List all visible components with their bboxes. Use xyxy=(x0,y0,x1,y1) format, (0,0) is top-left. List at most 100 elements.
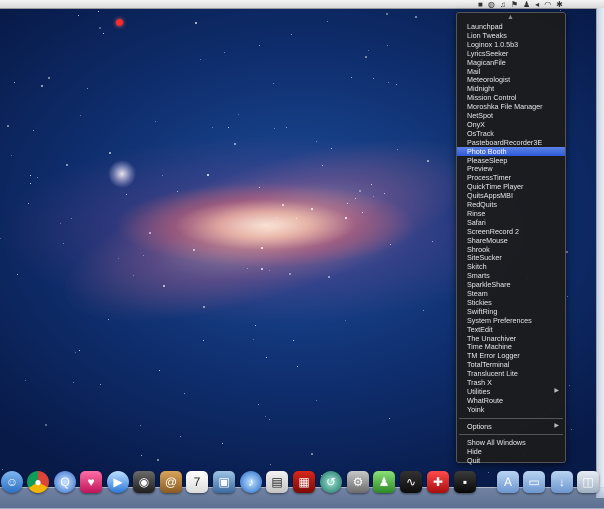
menu-item[interactable]: MagicanFile xyxy=(457,58,565,67)
camera-icon[interactable]: ◉ xyxy=(133,471,155,493)
menu-item-label: SwiftRing xyxy=(467,306,498,316)
menu-item[interactable]: Trash X xyxy=(457,378,565,387)
itunes-icon[interactable]: ♪ xyxy=(240,471,262,493)
menu-item[interactable]: Photo Booth xyxy=(457,146,565,156)
volume-icon[interactable]: ◂ xyxy=(535,0,539,9)
star xyxy=(261,268,263,270)
quicktime-icon[interactable]: Q xyxy=(54,471,76,493)
star xyxy=(351,77,352,78)
menu-item[interactable]: Loginox 1.0.5b3 xyxy=(457,40,565,49)
menu-item[interactable]: SparkleShare xyxy=(457,280,565,289)
downloads-icon[interactable]: ↓ xyxy=(551,471,573,493)
menu-item-label: MagicanFile xyxy=(467,57,506,67)
star xyxy=(177,191,178,192)
heart-app-icon[interactable]: ♥ xyxy=(80,471,102,493)
wifi-icon[interactable]: ◠ xyxy=(544,0,551,9)
menu-item[interactable]: Mission Control xyxy=(457,93,565,102)
robot-app-icon[interactable]: ♟ xyxy=(373,471,395,493)
menu-item[interactable]: Mail xyxy=(457,67,565,76)
menu-item[interactable]: TM Error Logger xyxy=(457,351,565,360)
menu-item[interactable]: Midnight xyxy=(457,84,565,93)
finder-icon[interactable]: ☺ xyxy=(1,471,23,493)
menu-item-hide[interactable]: Hide xyxy=(457,447,565,456)
facetime-icon[interactable]: ▶ xyxy=(107,471,129,493)
menu-item[interactable]: Skitch xyxy=(457,262,565,271)
menu-item[interactable]: Lion Tweaks xyxy=(457,31,565,40)
menu-item[interactable]: OsTrack xyxy=(457,129,565,138)
menu-item[interactable]: SwiftRing xyxy=(457,307,565,316)
star xyxy=(60,223,61,224)
star xyxy=(296,218,297,219)
menu-item[interactable]: TotalTerminal xyxy=(457,360,565,369)
menu-item[interactable]: Shrook xyxy=(457,245,565,254)
menu-item[interactable]: Safari xyxy=(457,218,565,227)
menu-item[interactable]: Translucent Lite xyxy=(457,369,565,378)
address-book-icon[interactable]: @ xyxy=(160,471,182,493)
menu-item[interactable]: Utilities ▶ xyxy=(457,387,565,396)
activity-monitor-icon[interactable]: ∿ xyxy=(400,471,422,493)
black-app-icon[interactable]: ▪ xyxy=(454,471,476,493)
scroll-up-arrow-icon[interactable]: ▲ xyxy=(507,14,514,22)
system-preferences-glyph-icon: ⚙ xyxy=(352,475,364,489)
folder-icon[interactable]: A xyxy=(497,471,519,493)
menu-item[interactable]: Rinse xyxy=(457,209,565,218)
menu-item[interactable]: Time Machine xyxy=(457,342,565,351)
menu-item-label: Show All Windows xyxy=(467,437,526,447)
menu-item[interactable]: Preview xyxy=(457,164,565,173)
preview-icon[interactable]: ▤ xyxy=(266,471,288,493)
time-machine-icon[interactable]: ↺ xyxy=(320,471,342,493)
photo-booth-icon[interactable]: ▦ xyxy=(293,471,315,493)
chrome-icon[interactable]: ● xyxy=(27,471,49,493)
star xyxy=(2,469,3,470)
menu-item[interactable]: QuickTime Player xyxy=(457,182,565,191)
documents-icon[interactable]: ▭ xyxy=(523,471,545,493)
menu-item[interactable]: RedQuits xyxy=(457,200,565,209)
menu-item-show-all-windows[interactable]: Show All Windows xyxy=(457,438,565,447)
photo-app-icon[interactable]: ▣ xyxy=(213,471,235,493)
menu-item[interactable]: Launchpad xyxy=(457,22,565,31)
menu-item-label: Quit xyxy=(467,455,481,465)
star xyxy=(140,425,141,426)
menu-item[interactable]: TextEdit xyxy=(457,325,565,334)
menu-item[interactable]: NetSpot xyxy=(457,111,565,120)
menu-item[interactable]: Meteorologist xyxy=(457,75,565,84)
star xyxy=(80,115,81,116)
menu-item[interactable]: ProcessTimer xyxy=(457,173,565,182)
calendar-icon[interactable]: 7 xyxy=(186,471,208,493)
star xyxy=(247,268,248,269)
menu-item-label: Safari xyxy=(467,217,486,227)
menu-item[interactable]: System Preferences xyxy=(457,316,565,325)
menu-item[interactable]: Smarts xyxy=(457,271,565,280)
menu-item-options[interactable]: Options ▶ xyxy=(457,422,565,431)
menu-item[interactable]: Moroshka File Manager xyxy=(457,102,565,111)
menu-item[interactable]: QuitsAppsMBI xyxy=(457,191,565,200)
menu-item[interactable]: SiteSucker xyxy=(457,253,565,262)
menu-item-label: Rinse xyxy=(467,208,486,218)
app-menu-icon[interactable]: ■ xyxy=(478,0,483,9)
menu-item[interactable]: Yoink xyxy=(457,405,565,414)
menu-item[interactable]: PleaseSleep xyxy=(457,156,565,165)
sync-icon[interactable]: ◍ xyxy=(488,0,495,9)
menu-item[interactable]: Steam xyxy=(457,289,565,298)
menu-item-quit[interactable]: Quit xyxy=(457,456,565,465)
menu-item-label: Options xyxy=(467,421,492,431)
star xyxy=(345,320,346,321)
trash-icon[interactable]: ◫ xyxy=(577,471,599,493)
menu-item[interactable]: ShareMouse xyxy=(457,236,565,245)
person-icon[interactable]: ♟ xyxy=(523,0,530,9)
system-preferences-icon[interactable]: ⚙ xyxy=(347,471,369,493)
menu-item[interactable]: PasteboardRecorder3E xyxy=(457,138,565,147)
menu-item-label: Moroshka File Manager xyxy=(467,102,543,112)
menu-item[interactable]: OnyX xyxy=(457,120,565,129)
heart-app-glyph-icon: ♥ xyxy=(87,475,95,489)
menu-item[interactable]: WhatRoute xyxy=(457,396,565,405)
bluetooth-icon[interactable]: ✱ xyxy=(556,0,563,9)
menu-item[interactable]: The Unarchiver xyxy=(457,334,565,343)
menu-item[interactable]: LyricsSeeker xyxy=(457,49,565,58)
star xyxy=(203,340,204,341)
menu-item[interactable]: ScreenRecord 2 xyxy=(457,227,565,236)
music-icon[interactable]: ♫ xyxy=(500,0,506,9)
toolbox-icon[interactable]: ✚ xyxy=(427,471,449,493)
menu-item[interactable]: Stickies xyxy=(457,298,565,307)
flag-icon[interactable]: ⚑ xyxy=(511,0,518,9)
